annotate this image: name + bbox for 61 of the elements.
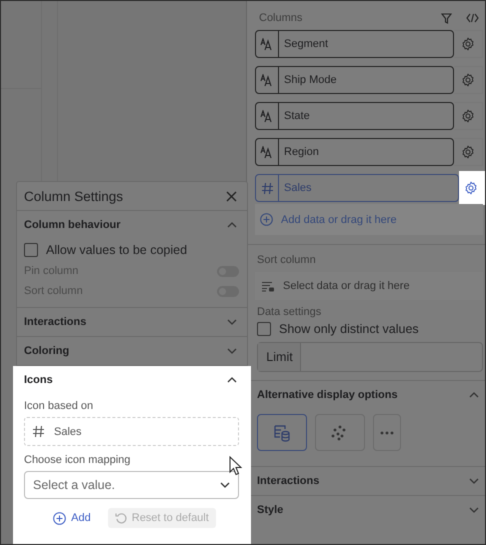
checkbox[interactable]: [257, 322, 271, 336]
chevron-up-icon[interactable]: [227, 377, 237, 383]
caret-down-icon[interactable]: [220, 482, 230, 488]
section-title: Coloring: [24, 345, 70, 357]
popup-title: Column Settings: [24, 188, 124, 204]
column-field[interactable]: State: [255, 102, 454, 130]
icon-mapping-dropdown[interactable]: Select a value.: [24, 471, 239, 499]
hash-icon: [32, 425, 45, 438]
section-label: Sort column: [256, 253, 317, 266]
section-title: Alternative display options: [257, 389, 399, 401]
undo-icon: [114, 512, 127, 524]
table-database-icon: [273, 424, 291, 442]
close-button[interactable]: [226, 190, 237, 202]
display-option-button[interactable]: [315, 414, 365, 451]
close-icon: [226, 190, 237, 202]
gear-icon: [461, 73, 475, 87]
section-title: Style: [257, 504, 284, 516]
column-field[interactable]: Segment: [255, 30, 454, 58]
plus-circle-icon: [53, 512, 66, 524]
display-option-button[interactable]: [257, 414, 307, 451]
limit-field[interactable]: Limit: [257, 342, 483, 372]
column-settings-button[interactable]: [454, 66, 483, 94]
column-field[interactable]: Sales: [255, 174, 459, 202]
chevron-down-icon[interactable]: [469, 507, 479, 513]
column-settings-button[interactable]: [454, 138, 483, 166]
icon-source-field[interactable]: Sales: [24, 417, 239, 446]
section-title: Interactions: [24, 316, 88, 328]
section-label: Data settings: [256, 306, 322, 318]
section-title: Column behaviour: [24, 219, 122, 231]
column-settings-button[interactable]: [454, 102, 483, 130]
hash-icon: [260, 182, 274, 194]
text-type-icon: [260, 110, 274, 122]
section-title: Icons: [24, 374, 54, 386]
text-type-icon: [260, 74, 274, 86]
column-settings-button[interactable]: [454, 30, 483, 58]
column-field[interactable]: Ship Mode: [255, 66, 454, 94]
sort-list-icon: [261, 280, 275, 292]
gear-icon: [461, 109, 475, 123]
chevron-down-icon[interactable]: [469, 478, 479, 484]
add-data-button[interactable]: Add data or drag it here: [255, 204, 483, 235]
plus-circle-icon: [260, 213, 273, 226]
more-icon: [380, 430, 394, 434]
gear-icon: [461, 37, 475, 51]
column-field[interactable]: Region: [255, 138, 454, 166]
text-type-icon: [260, 38, 274, 50]
checkbox-label: Allow values to be copied: [46, 243, 188, 257]
add-button[interactable]: Add: [48, 508, 96, 528]
code-icon[interactable]: [466, 13, 479, 23]
checkbox[interactable]: [24, 243, 38, 257]
gear-icon: [464, 181, 478, 195]
section-label: Columns: [259, 12, 304, 24]
filter-icon[interactable]: [441, 12, 452, 24]
gear-icon: [461, 145, 475, 159]
text-type-icon: [260, 146, 274, 158]
field-label: Icon based on: [24, 399, 94, 414]
field-label: Choose icon mapping: [24, 453, 130, 468]
chevron-down-icon[interactable]: [227, 348, 237, 354]
mouse-cursor-icon: [229, 456, 243, 476]
checkbox-label: Show only distinct values: [279, 322, 419, 336]
chevron-down-icon[interactable]: [227, 319, 237, 325]
section-title: Interactions: [257, 475, 320, 487]
